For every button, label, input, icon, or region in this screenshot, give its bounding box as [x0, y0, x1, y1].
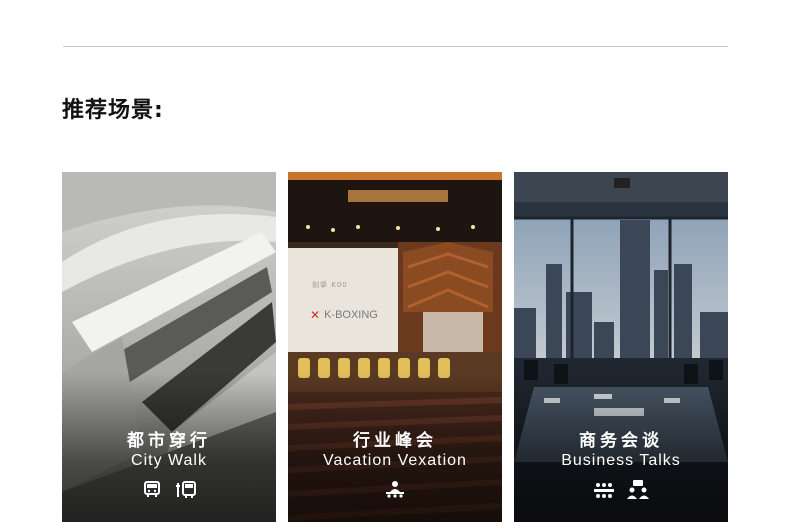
section-heading: 推荐场景: [62, 98, 164, 123]
card-title-en: Vacation Vexation [323, 452, 467, 469]
presenter-icon [384, 480, 406, 500]
scene-card-business-talks[interactable]: 商务会谈 Business Talks [514, 172, 728, 522]
brand-x-icon: ✕ [310, 308, 321, 322]
screen-top-text: 刻挚 K00 [312, 281, 348, 289]
top-divider [63, 46, 728, 47]
scene-card-city-walk[interactable]: 都市穿行 City Walk [62, 172, 276, 522]
card-title-zh: 都市穿行 [127, 431, 211, 451]
card-title-zh: 行业峰会 [353, 431, 437, 451]
transit-icon [175, 480, 197, 500]
card-title-zh: 商务会谈 [579, 431, 663, 451]
bus-icon [141, 480, 163, 500]
discussion-icon [627, 480, 649, 500]
scene-card-summit[interactable]: 刻挚 K00 ✕ K-BOXING 行业峰会 Vacation Vexation [288, 172, 502, 522]
meeting-table-icon [593, 480, 615, 500]
card-title-en: Business Talks [561, 452, 681, 469]
card-title-en: City Walk [131, 452, 207, 469]
screen-brand: ✕ K-BOXING [310, 308, 378, 322]
